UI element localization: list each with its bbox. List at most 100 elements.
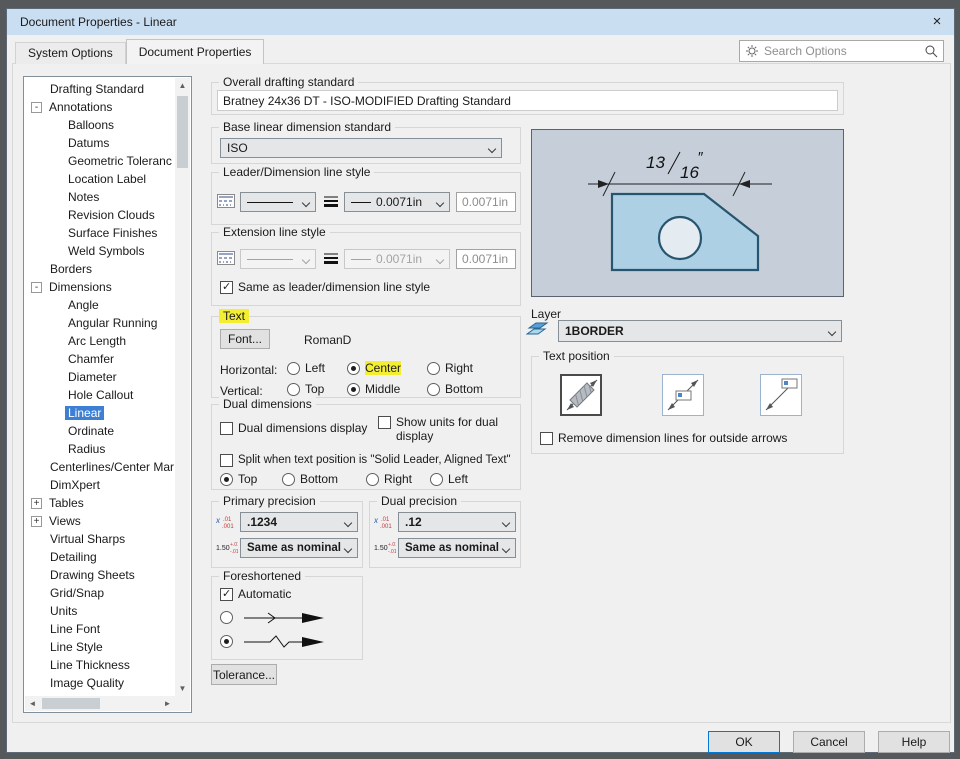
scroll-right-icon[interactable]: ► — [160, 696, 175, 711]
base-standard-select[interactable]: ISO — [220, 138, 502, 158]
tree-item[interactable]: Datums — [25, 134, 174, 152]
radio-dual-bottom[interactable]: Bottom — [282, 472, 338, 486]
tree-item[interactable]: Ordinate — [25, 422, 174, 440]
dual-dimensions-display-checkbox[interactable]: Dual dimensions display — [220, 421, 367, 435]
radio-horizontal-right[interactable]: Right — [427, 361, 473, 375]
tree-item[interactable]: Grid/Snap — [25, 584, 174, 602]
leader-custom-weight-input[interactable]: 0.0071in — [456, 192, 516, 212]
tree-item[interactable]: Virtual Sharps — [25, 530, 174, 548]
tree-item[interactable]: Line Style — [25, 638, 174, 656]
remove-dimension-lines-checkbox[interactable]: Remove dimension lines for outside arrow… — [540, 431, 787, 445]
tree-item-label: Notes — [68, 190, 100, 204]
radio-vertical-middle[interactable]: Middle — [347, 382, 400, 396]
radio-dot — [347, 382, 360, 396]
tree-item-label: Chamfer — [68, 352, 115, 366]
show-units-for-dual-checkbox[interactable]: Show units for dual display — [378, 415, 508, 443]
ok-button[interactable]: OK — [708, 731, 780, 753]
leader-line-weight-select[interactable]: 0.0071in — [344, 192, 450, 212]
tree-item[interactable]: Line Font — [25, 620, 174, 638]
tab-system-options[interactable]: System Options — [15, 42, 126, 64]
tab-document-properties[interactable]: Document Properties — [125, 39, 265, 64]
tree-item[interactable]: Detailing — [25, 548, 174, 566]
scroll-down-icon[interactable]: ▼ — [175, 681, 190, 696]
close-button[interactable]: × — [926, 11, 948, 33]
tree-item[interactable]: Location Label — [25, 170, 174, 188]
tree-item[interactable]: Radius — [25, 440, 174, 458]
collapse-icon[interactable]: - — [31, 281, 42, 293]
tree-item[interactable]: Diameter — [25, 368, 174, 386]
scroll-up-icon[interactable]: ▲ — [175, 78, 190, 93]
document-properties-dialog: Document Properties - Linear × System Op… — [6, 8, 955, 753]
primary-tolerance-precision-select[interactable]: Same as nominal — [240, 538, 358, 558]
tree-item[interactable]: Balloons — [25, 116, 174, 134]
split-text-position-checkbox[interactable]: Split when text position is "Solid Leade… — [220, 453, 511, 467]
radio-horizontal-center[interactable]: Center — [347, 361, 402, 375]
tree-item[interactable]: Hole Callout — [25, 386, 174, 404]
radio-dual-right[interactable]: Right — [366, 472, 412, 486]
chevron-down-icon — [301, 255, 311, 265]
tree-item[interactable]: - Annotations — [25, 98, 174, 116]
tree-item[interactable]: Revision Clouds — [25, 206, 174, 224]
tree-item[interactable]: Chamfer — [25, 350, 174, 368]
chevron-down-icon — [827, 327, 837, 337]
tree-item[interactable]: Centerlines/Center Marl — [25, 458, 174, 476]
dual-tolerance-precision-select[interactable]: Same as nominal — [398, 538, 516, 558]
tree-item[interactable]: + Tables — [25, 494, 174, 512]
text-position-end-button[interactable] — [760, 374, 802, 416]
leader-line-style-select[interactable] — [240, 192, 316, 212]
search-input[interactable] — [764, 44, 919, 58]
text-position-aligned-button[interactable] — [560, 374, 602, 416]
precision-value-icon: x .01.001 — [215, 514, 238, 530]
radio-horizontal-left[interactable]: Left — [287, 361, 325, 375]
tree-item[interactable]: Borders — [25, 260, 174, 278]
radio-vertical-bottom[interactable]: Bottom — [427, 382, 483, 396]
primary-precision-group: Primary precision x .01.001 .1234 1.50 +.0… — [211, 494, 363, 568]
expand-icon[interactable]: + — [31, 497, 42, 509]
cancel-button[interactable]: Cancel — [793, 731, 865, 753]
font-button[interactable]: Font... — [220, 329, 270, 349]
horizontal-scroll-thumb[interactable] — [42, 698, 100, 709]
tree-item[interactable]: Angular Running — [25, 314, 174, 332]
radio-foreshortened-zigzag[interactable] — [220, 635, 233, 648]
collapse-icon[interactable]: - — [31, 101, 42, 113]
tree-item[interactable]: Surface Finishes — [25, 224, 174, 242]
horizontal-scrollbar[interactable]: ◄ ► — [25, 696, 175, 711]
tree-item-label: Revision Clouds — [68, 208, 155, 222]
tree-item[interactable]: Units — [25, 602, 174, 620]
text-position-center-button[interactable] — [662, 374, 704, 416]
title-bar[interactable]: Document Properties - Linear × — [7, 9, 954, 35]
radio-vertical-top[interactable]: Top — [287, 382, 324, 396]
layer-select[interactable]: 1BORDER — [558, 320, 842, 342]
tolerance-button[interactable]: Tolerance... — [211, 664, 277, 685]
expand-icon[interactable]: + — [31, 515, 42, 527]
tree-item[interactable]: DimXpert — [25, 476, 174, 494]
tree-item[interactable]: Line Thickness — [25, 656, 174, 674]
tree-item[interactable]: + Views — [25, 512, 174, 530]
radio-dual-left[interactable]: Left — [430, 472, 468, 486]
tree-item-label: Borders — [50, 262, 93, 276]
tree-item[interactable]: Image Quality — [25, 674, 174, 692]
checkbox-label: Same as leader/dimension line style — [238, 280, 431, 294]
same-as-leader-checkbox[interactable]: Same as leader/dimension line style — [220, 280, 430, 294]
extension-custom-weight-input[interactable]: 0.0071in — [456, 249, 516, 269]
help-button[interactable]: Help — [878, 731, 950, 753]
radio-foreshortened-straight[interactable] — [220, 611, 233, 624]
tree-item[interactable]: Linear — [25, 404, 174, 422]
tree-item[interactable]: Drawing Sheets — [25, 566, 174, 584]
radio-dual-top[interactable]: Top — [220, 472, 257, 486]
scroll-left-icon[interactable]: ◄ — [25, 696, 40, 711]
tree-item[interactable]: Drafting Standard — [25, 80, 174, 98]
tree-item[interactable]: Notes — [25, 188, 174, 206]
tree-item[interactable]: Arc Length — [25, 332, 174, 350]
vertical-scroll-thumb[interactable] — [177, 96, 188, 168]
tree-item[interactable]: Geometric Toleranc — [25, 152, 174, 170]
primary-precision-select[interactable]: .1234 — [240, 512, 358, 532]
tree-item[interactable]: - Dimensions — [25, 278, 174, 296]
svg-text:.001: .001 — [222, 524, 234, 530]
vertical-scrollbar[interactable]: ▲ ▼ — [175, 78, 190, 696]
tree-item[interactable]: Angle — [25, 296, 174, 314]
dual-precision-select[interactable]: .12 — [398, 512, 516, 532]
search-box[interactable] — [739, 40, 944, 62]
tree-item[interactable]: Weld Symbols — [25, 242, 174, 260]
automatic-checkbox[interactable]: Automatic — [220, 587, 291, 601]
